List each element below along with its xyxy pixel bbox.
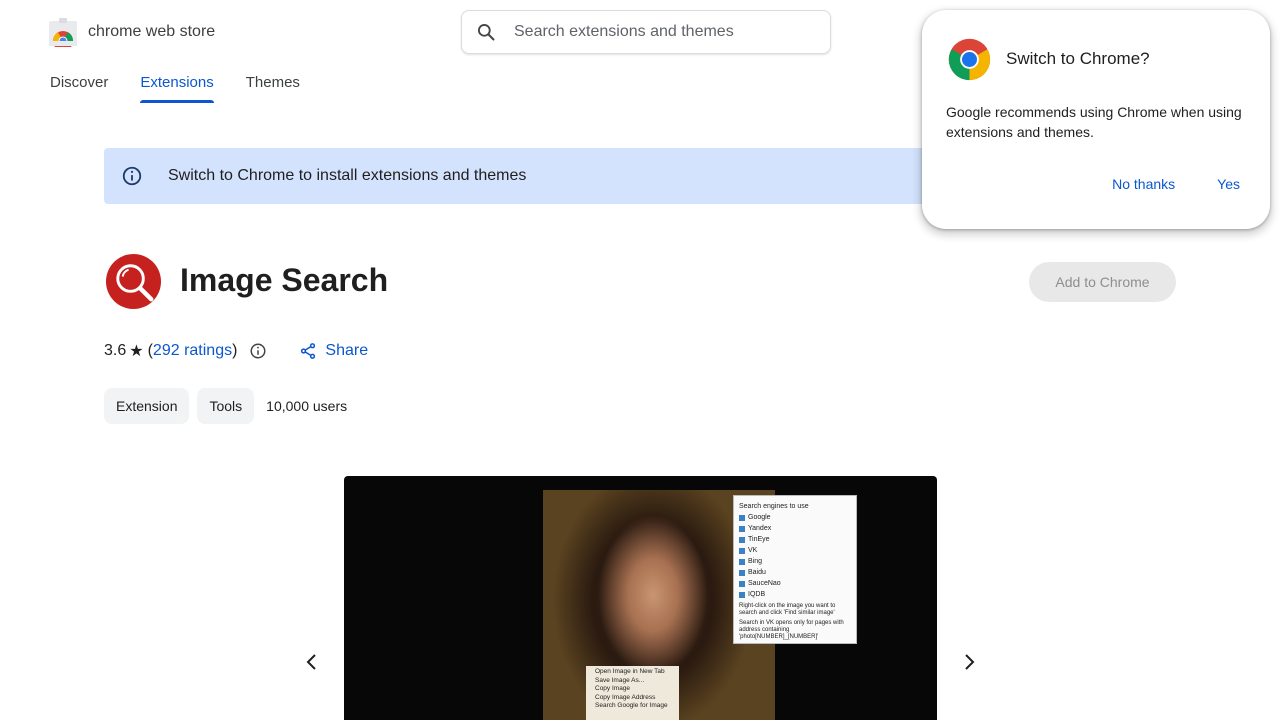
chip-tools[interactable]: Tools	[197, 388, 255, 424]
checkbox-icon	[739, 558, 745, 565]
rating-info-icon[interactable]	[249, 342, 267, 360]
add-to-chrome-button[interactable]: Add to Chrome	[1029, 262, 1176, 302]
context-menu: Open Image in New Tab Save Image As... C…	[586, 666, 679, 720]
checkbox-icon	[739, 514, 745, 521]
search-box[interactable]	[461, 10, 831, 54]
store-name: chrome web store	[88, 23, 216, 40]
checkbox-icon	[739, 591, 745, 598]
checkbox-icon	[739, 536, 745, 543]
chrome-logo-icon	[948, 38, 991, 81]
engine-row: Yandex	[739, 523, 851, 534]
panel-title: Search engines to use	[739, 503, 809, 510]
info-icon	[122, 166, 142, 186]
search-icon	[478, 24, 495, 41]
checkbox-icon	[739, 547, 745, 554]
ratings-link[interactable]: 292 ratings	[153, 342, 232, 360]
context-menu-item: Save Image As...	[595, 676, 645, 684]
engine-label: Google	[748, 514, 771, 521]
engine-row: Baidu	[739, 567, 851, 578]
context-menu-item: Copy Image	[595, 685, 631, 693]
engine-row: Google	[739, 512, 851, 523]
context-menu-item: Open Image in New Tab	[595, 668, 665, 675]
engine-label: IQDB	[748, 591, 766, 598]
engine-row: SauceNao	[739, 578, 851, 589]
star-icon: ★	[129, 343, 144, 360]
rating-value: 3.6	[104, 342, 127, 359]
engine-settings-panel: Search engines to use Google Yandex TinE…	[733, 495, 857, 644]
rating-row: 3.6 ★ (292 ratings) Share	[104, 341, 368, 361]
nav-tabs: Discover Extensions Themes	[50, 74, 300, 103]
dialog-body: Google recommends using Chrome when usin…	[946, 104, 1242, 140]
engine-label: VK	[748, 547, 758, 554]
no-thanks-button[interactable]: No thanks	[1112, 176, 1175, 192]
switch-to-chrome-dialog: Switch to Chrome? Google recommends usin…	[922, 10, 1270, 229]
image-search-logo-icon	[105, 253, 162, 310]
chrome-web-store-icon	[49, 18, 77, 47]
engine-label: Bing	[748, 558, 763, 565]
category-chips: Extension Tools 10,000 users	[104, 388, 347, 424]
engine-row: VK	[739, 545, 851, 556]
chevron-left-icon[interactable]	[300, 650, 324, 674]
search-input[interactable]	[514, 23, 814, 41]
checkbox-icon	[739, 569, 745, 576]
context-menu-item: Search Google for Image	[595, 702, 668, 710]
dialog-title: Switch to Chrome?	[1006, 49, 1150, 68]
panel-note-1: Right-click on the image you want to sea…	[739, 603, 836, 616]
chevron-right-icon[interactable]	[957, 650, 981, 674]
checkbox-icon	[739, 525, 745, 532]
engine-row: TinEye	[739, 534, 851, 545]
checkbox-icon	[739, 580, 745, 587]
tab-discover[interactable]: Discover	[50, 74, 108, 103]
yes-button[interactable]: Yes	[1217, 176, 1240, 192]
tab-extensions[interactable]: Extensions	[140, 74, 215, 103]
engine-label: Yandex	[748, 525, 772, 532]
engine-label: TinEye	[748, 536, 770, 543]
engine-row: IQDB	[739, 589, 851, 600]
share-label: Share	[325, 342, 369, 359]
banner-text: Switch to Chrome to install extensions a…	[168, 167, 527, 184]
store-logo[interactable]: chrome web store	[48, 17, 215, 47]
engine-row: Bing	[739, 556, 851, 567]
share-icon	[301, 343, 316, 359]
engine-label: SauceNao	[748, 580, 781, 587]
panel-note-2: Search in VK opens only for pages with a…	[739, 620, 844, 640]
engine-label: Baidu	[748, 569, 766, 576]
extension-title: Image Search	[180, 262, 389, 298]
share-button[interactable]: Share	[299, 342, 368, 360]
dialog-actions: No thanks Yes	[1112, 176, 1240, 192]
chip-extension[interactable]: Extension	[104, 388, 190, 424]
extension-screenshot: Search engines to use Google Yandex TinE…	[344, 476, 937, 720]
paren-close: )	[232, 342, 238, 359]
context-menu-item: Copy Image Address	[595, 693, 656, 701]
tab-themes[interactable]: Themes	[246, 74, 300, 103]
user-count: 10,000 users	[266, 398, 348, 414]
